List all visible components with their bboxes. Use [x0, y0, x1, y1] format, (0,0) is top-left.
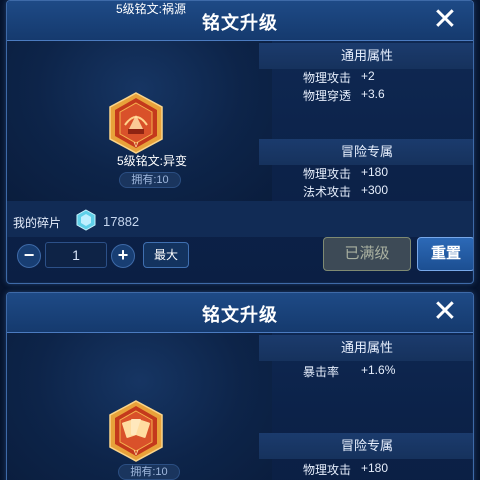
svg-text:V: V [134, 141, 139, 149]
general-attributes-header: 通用属性 [259, 335, 473, 361]
stat-row: 物理攻击 +180 [259, 165, 473, 183]
stat-name: 物理攻击 [303, 167, 352, 181]
owned-count-text: 拥有:10 [131, 174, 169, 186]
stat-value: +180 [361, 461, 389, 475]
rune-name: 5级铭文:异变 [116, 154, 187, 168]
owned-count-badge: 拥有:10 [119, 172, 181, 188]
minus-icon[interactable]: − [17, 244, 41, 268]
adventure-attributes-header: 冒险专属 [259, 433, 473, 459]
shards-label: 我的碎片 [13, 216, 62, 230]
stat-name: 物理穿透 [303, 89, 352, 103]
stat-row: 物理攻击 +180 [259, 461, 473, 479]
close-icon[interactable]: ✕ [429, 5, 461, 37]
owned-count-badge: 拥有:10 [118, 464, 180, 480]
shard-crystal-icon [75, 209, 97, 231]
quantity-row: − 1 + 最大 已满级 重置 [7, 237, 473, 277]
title-bar: 铭文升级 ✕ [7, 293, 473, 333]
stat-row: 暴击率 +1.6% [259, 363, 473, 381]
quantity-input[interactable]: 1 [45, 242, 107, 268]
plus-icon[interactable]: + [111, 244, 135, 268]
rune-upgrade-panel: 铭文升级 ✕ V 5级铭文:异变 拥有:10 通用属性 物理攻击 +2 物理穿透 [6, 0, 474, 284]
rune-upgrade-panel: 铭文升级 ✕ V 通用属性 暴击率 +1.6% 冒险专属 物理攻击 +180 [6, 292, 474, 480]
reset-button[interactable]: 重置 [417, 237, 473, 271]
shards-count: 17882 [103, 214, 140, 229]
rune-emblem-icon: V [107, 91, 165, 155]
stat-value: +3.6 [361, 87, 385, 101]
stat-name: 法术攻击 [303, 185, 352, 199]
stat-name: 物理攻击 [303, 463, 352, 477]
maxed-level-button[interactable]: 已满级 [323, 237, 411, 271]
stat-name: 物理攻击 [303, 71, 352, 85]
stat-row: 物理攻击 +2 [259, 69, 473, 87]
rune-name: 5级铭文:祸源 [115, 2, 186, 16]
adventure-attributes-header: 冒险专属 [259, 139, 473, 165]
close-icon[interactable]: ✕ [429, 297, 461, 329]
svg-text:V: V [134, 449, 139, 457]
panel-title: 铭文升级 [202, 305, 278, 325]
rune-display-area: V [7, 333, 272, 480]
stat-value: +1.6% [361, 363, 396, 377]
stat-value: +180 [361, 165, 389, 179]
stat-name: 暴击率 [303, 365, 340, 379]
stat-row: 法术攻击 +300 [259, 183, 473, 201]
stat-value: +300 [361, 183, 389, 197]
stat-row: 物理穿透 +3.6 [259, 87, 473, 105]
general-attributes-header: 通用属性 [259, 43, 473, 69]
owned-count-text: 拥有:10 [130, 466, 168, 478]
max-button[interactable]: 最大 [143, 242, 189, 268]
rune-emblem-icon: V [107, 399, 165, 463]
stat-value: +2 [361, 69, 375, 83]
shards-row: 我的碎片 17882 [7, 201, 473, 237]
